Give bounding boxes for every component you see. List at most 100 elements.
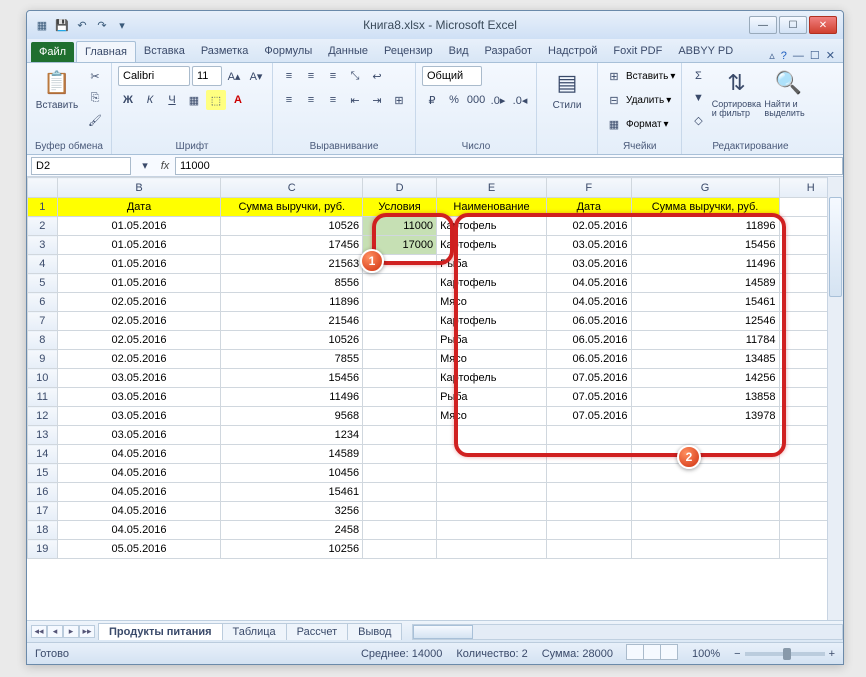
save-icon[interactable]: 💾 bbox=[53, 16, 71, 34]
row-header[interactable]: 12 bbox=[28, 407, 58, 426]
qat-dropdown-icon[interactable]: ▾ bbox=[113, 16, 131, 34]
cell[interactable] bbox=[363, 293, 437, 312]
cell[interactable]: 10256 bbox=[221, 540, 363, 559]
doc-min-icon[interactable]: — bbox=[793, 50, 804, 62]
cell[interactable]: 03.05.2016 bbox=[57, 426, 221, 445]
table-row[interactable]: 1804.05.20162458 bbox=[28, 521, 843, 540]
cell[interactable]: Картофель bbox=[437, 369, 547, 388]
row-header[interactable]: 1 bbox=[28, 198, 58, 217]
row-header[interactable]: 14 bbox=[28, 445, 58, 464]
scrollbar-thumb[interactable] bbox=[829, 197, 842, 297]
clear-icon[interactable]: ◇ bbox=[688, 110, 708, 130]
cell[interactable]: 07.05.2016 bbox=[546, 407, 631, 426]
col-header-F[interactable]: F bbox=[546, 178, 631, 198]
cell[interactable] bbox=[631, 464, 779, 483]
cell[interactable] bbox=[437, 464, 547, 483]
cell[interactable] bbox=[631, 540, 779, 559]
cell[interactable]: 2458 bbox=[221, 521, 363, 540]
cell[interactable]: 1234 bbox=[221, 426, 363, 445]
cell[interactable] bbox=[363, 274, 437, 293]
row-header[interactable]: 13 bbox=[28, 426, 58, 445]
cell[interactable]: 04.05.2016 bbox=[57, 445, 221, 464]
cell[interactable] bbox=[363, 312, 437, 331]
cell[interactable]: 8556 bbox=[221, 274, 363, 293]
number-format-select[interactable]: Общий bbox=[422, 66, 482, 86]
cell[interactable]: 7855 bbox=[221, 350, 363, 369]
align-left-icon[interactable]: ≡ bbox=[279, 90, 299, 110]
cell[interactable]: 04.05.2016 bbox=[57, 502, 221, 521]
table-row[interactable]: 1303.05.20161234 bbox=[28, 426, 843, 445]
column-headers[interactable]: B C D E F G H bbox=[28, 178, 843, 198]
close-button[interactable]: ✕ bbox=[809, 16, 837, 34]
fill-color-icon[interactable]: ⬚ bbox=[206, 90, 226, 110]
cell[interactable]: 02.05.2016 bbox=[57, 312, 221, 331]
row-header[interactable]: 4 bbox=[28, 255, 58, 274]
zoom-slider[interactable]: − + bbox=[734, 648, 835, 660]
cell[interactable] bbox=[437, 502, 547, 521]
insert-cells-button[interactable]: ⊞Вставить▾ bbox=[604, 66, 675, 86]
table-row[interactable]: 201.05.20161052611000Картофель02.05.2016… bbox=[28, 217, 843, 236]
cell[interactable] bbox=[546, 483, 631, 502]
delete-cells-button[interactable]: ⊟Удалить▾ bbox=[604, 90, 671, 110]
fill-icon[interactable]: ▼ bbox=[688, 88, 708, 108]
cell[interactable] bbox=[437, 521, 547, 540]
percent-icon[interactable]: % bbox=[444, 90, 464, 110]
row-header[interactable]: 8 bbox=[28, 331, 58, 350]
row-header[interactable]: 11 bbox=[28, 388, 58, 407]
cell[interactable] bbox=[631, 445, 779, 464]
autosum-icon[interactable]: Σ bbox=[688, 66, 708, 86]
table-row[interactable]: 1103.05.201611496Рыба07.05.201613858 bbox=[28, 388, 843, 407]
col-header-B[interactable]: B bbox=[57, 178, 221, 198]
tab-надстрой[interactable]: Надстрой bbox=[540, 41, 605, 62]
tab-данные[interactable]: Данные bbox=[320, 41, 376, 62]
align-middle-icon[interactable]: ≡ bbox=[301, 66, 321, 86]
row-header[interactable]: 10 bbox=[28, 369, 58, 388]
row-header[interactable]: 7 bbox=[28, 312, 58, 331]
cell[interactable]: 15461 bbox=[221, 483, 363, 502]
cell[interactable]: 15461 bbox=[631, 293, 779, 312]
cell[interactable]: 15456 bbox=[221, 369, 363, 388]
cell[interactable]: Сумма выручки, руб. bbox=[631, 198, 779, 217]
cell[interactable] bbox=[631, 483, 779, 502]
cell[interactable]: 04.05.2016 bbox=[57, 483, 221, 502]
cell[interactable] bbox=[363, 388, 437, 407]
cell[interactable]: 03.05.2016 bbox=[57, 388, 221, 407]
tab-формулы[interactable]: Формулы bbox=[256, 41, 320, 62]
merge-icon[interactable]: ⊞ bbox=[389, 90, 409, 110]
paste-button[interactable]: 📋 Вставить bbox=[33, 66, 81, 111]
sheet-tab[interactable]: Вывод bbox=[347, 623, 402, 640]
cell[interactable] bbox=[631, 521, 779, 540]
cell[interactable] bbox=[437, 483, 547, 502]
row-header[interactable]: 18 bbox=[28, 521, 58, 540]
sheet-tab[interactable]: Рассчет bbox=[286, 623, 349, 640]
cell[interactable]: 11496 bbox=[221, 388, 363, 407]
cell[interactable] bbox=[363, 521, 437, 540]
cell[interactable] bbox=[546, 502, 631, 521]
help-icon[interactable]: ? bbox=[781, 50, 787, 62]
name-box[interactable]: D2 bbox=[31, 157, 131, 175]
format-painter-icon[interactable]: 🖌 bbox=[85, 110, 105, 130]
tab-вид[interactable]: Вид bbox=[441, 41, 477, 62]
doc-max-icon[interactable]: ☐ bbox=[810, 49, 820, 62]
cell[interactable]: 04.05.2016 bbox=[57, 521, 221, 540]
cell[interactable]: 01.05.2016 bbox=[57, 274, 221, 293]
cell[interactable]: 13858 bbox=[631, 388, 779, 407]
cell[interactable] bbox=[363, 502, 437, 521]
row-header[interactable]: 15 bbox=[28, 464, 58, 483]
cell[interactable]: Мясо bbox=[437, 407, 547, 426]
cell[interactable] bbox=[363, 464, 437, 483]
cell[interactable] bbox=[363, 445, 437, 464]
table-row[interactable]: 1203.05.20169568Мясо07.05.201613978 bbox=[28, 407, 843, 426]
sheet-nav[interactable]: ◂◂◂▸▸▸ bbox=[31, 625, 95, 638]
cell[interactable]: Мясо bbox=[437, 350, 547, 369]
tab-file[interactable]: Файл bbox=[31, 42, 74, 62]
cell[interactable]: Рыба bbox=[437, 388, 547, 407]
cell[interactable] bbox=[363, 350, 437, 369]
cell[interactable]: 10526 bbox=[221, 331, 363, 350]
namebox-dropdown-icon[interactable]: ▾ bbox=[135, 156, 155, 176]
cell[interactable] bbox=[546, 445, 631, 464]
cell[interactable]: 01.05.2016 bbox=[57, 255, 221, 274]
cell[interactable] bbox=[363, 483, 437, 502]
cell[interactable]: 02.05.2016 bbox=[57, 331, 221, 350]
cell[interactable]: Дата bbox=[546, 198, 631, 217]
